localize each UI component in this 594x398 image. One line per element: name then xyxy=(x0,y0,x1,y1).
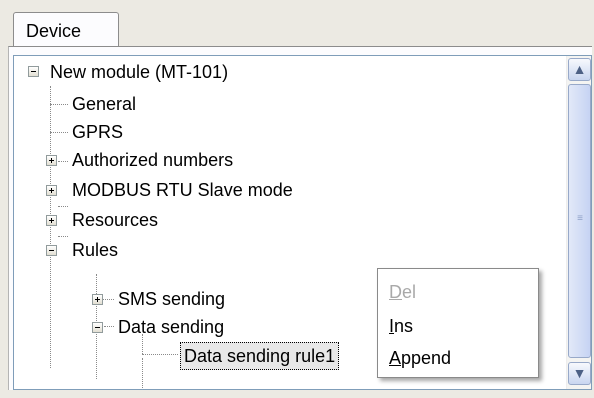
tree-item-data-sending-rule1-label: Data sending rule1 xyxy=(180,342,340,370)
tree-item-authorized-numbers-label: Authorized numbers xyxy=(72,150,234,170)
context-menu: Del Ins Append xyxy=(377,268,539,378)
collapse-toggle-root[interactable] xyxy=(28,66,39,77)
tab-strip: Device xyxy=(0,0,594,50)
scroll-thumb[interactable]: ≡ xyxy=(568,84,591,358)
tab-device[interactable]: Device xyxy=(13,12,119,48)
menu-item-del-label: el xyxy=(402,282,417,302)
tree-line xyxy=(104,326,114,328)
expand-toggle-authorized[interactable] xyxy=(46,155,57,166)
tree-line xyxy=(58,161,68,163)
menu-item-append[interactable]: Append xyxy=(389,345,451,371)
grip-icon: ≡ xyxy=(577,213,583,224)
chevron-up-icon: ▲ xyxy=(572,61,587,77)
tree-item-sms-sending-label: SMS sending xyxy=(118,289,226,309)
tree-line xyxy=(58,206,68,208)
menu-item-del-mnemonic: D xyxy=(389,282,402,302)
tree-line xyxy=(50,104,68,106)
expand-toggle-resources[interactable] xyxy=(46,215,57,226)
chevron-down-icon: ▼ xyxy=(572,365,587,381)
tree-item-gprs-label: GPRS xyxy=(72,122,124,142)
tree-item-rules-label: Rules xyxy=(72,240,119,260)
collapse-toggle-rules[interactable] xyxy=(46,245,57,256)
tree-line xyxy=(96,274,98,294)
tree-line xyxy=(96,304,98,379)
tree-line xyxy=(50,86,52,368)
menu-item-del[interactable]: Del xyxy=(389,279,416,305)
tab-device-label: Device xyxy=(26,21,82,41)
menu-item-append-label: ppend xyxy=(401,348,452,368)
tree-item-modbus-label: MODBUS RTU Slave mode xyxy=(72,180,293,200)
vertical-scrollbar[interactable]: ▲ ≡ ▼ xyxy=(566,56,591,389)
window: Device New module (MT-101) General GPRS xyxy=(0,0,594,398)
scroll-up-button[interactable]: ▲ xyxy=(568,58,591,81)
tree-line xyxy=(50,132,68,134)
menu-item-ins-label: ns xyxy=(394,316,414,336)
tree-line xyxy=(142,354,178,356)
collapse-toggle-data-sending[interactable] xyxy=(92,322,103,333)
tree-item-root-label: New module (MT-101) xyxy=(50,62,229,82)
menu-item-append-mnemonic: A xyxy=(389,348,402,368)
expand-toggle-modbus[interactable] xyxy=(46,185,57,196)
tree-item-data-sending-label: Data sending xyxy=(118,317,225,337)
expand-toggle-sms-sending[interactable] xyxy=(92,294,103,305)
tree-line xyxy=(142,358,144,388)
menu-item-ins[interactable]: Ins xyxy=(389,313,413,339)
bottom-edge xyxy=(0,390,594,398)
tree-item-resources-label: Resources xyxy=(72,210,159,230)
scroll-down-button[interactable]: ▼ xyxy=(568,362,591,385)
tree-item-general-label: General xyxy=(72,94,137,114)
tree-line xyxy=(58,236,68,238)
